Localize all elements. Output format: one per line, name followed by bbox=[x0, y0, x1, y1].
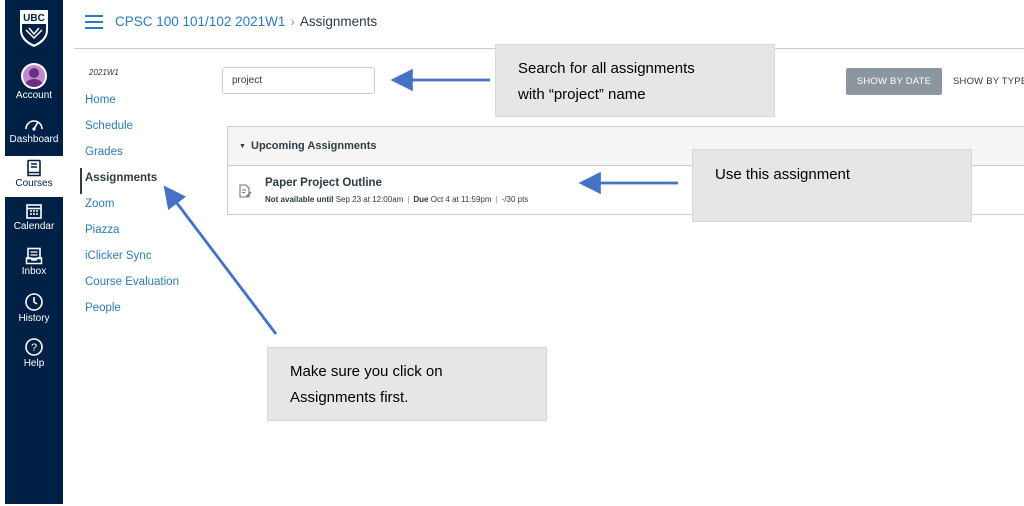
callout-nav: Make sure you click on Assignments first… bbox=[267, 347, 547, 421]
global-nav-help[interactable]: ? Help bbox=[5, 337, 63, 377]
breadcrumb-current: Assignments bbox=[299, 14, 378, 29]
inbox-icon bbox=[25, 247, 43, 265]
callout-assignment: Use this assignment bbox=[692, 149, 972, 222]
help-icon: ? bbox=[25, 338, 43, 356]
assignment-search-input[interactable] bbox=[222, 67, 375, 94]
show-by-date-button[interactable]: SHOW BY DATE bbox=[846, 68, 942, 95]
show-by-type-button[interactable]: SHOW BY TYPE bbox=[953, 68, 1024, 95]
global-nav-account[interactable]: Account bbox=[5, 63, 63, 107]
global-nav-courses[interactable]: Courses bbox=[5, 156, 63, 197]
global-nav-label: History bbox=[18, 313, 50, 324]
course-nav-schedule[interactable]: Schedule bbox=[80, 116, 200, 142]
course-nav: Home Schedule Grades Assignments Zoom Pi… bbox=[80, 90, 200, 324]
assignment-title-link[interactable]: Paper Project Outline bbox=[265, 177, 382, 189]
course-nav-iclicker-sync[interactable]: iClicker Sync bbox=[80, 246, 200, 272]
global-nav-dashboard[interactable]: Dashboard bbox=[5, 115, 63, 155]
dashboard-icon bbox=[25, 120, 43, 131]
callout-nav-line2: Assignments first. bbox=[290, 389, 409, 406]
courses-icon bbox=[27, 159, 41, 177]
global-nav-label: Dashboard bbox=[9, 134, 59, 145]
global-nav-label: Help bbox=[23, 358, 45, 369]
breadcrumb-course-link[interactable]: CPSC 100 101/102 2021W1 bbox=[115, 14, 285, 29]
caret-down-icon[interactable]: ▼ bbox=[239, 143, 246, 150]
svg-text:?: ? bbox=[31, 342, 37, 354]
course-nav-piazza[interactable]: Piazza bbox=[80, 220, 200, 246]
course-term: 2021W1 bbox=[89, 68, 119, 77]
callout-search-line2: with “project” name bbox=[518, 86, 646, 103]
global-nav-calendar[interactable]: Calendar bbox=[5, 202, 63, 242]
course-nav-grades[interactable]: Grades bbox=[80, 142, 200, 168]
assignment-points: -/30 pts bbox=[501, 195, 529, 204]
callout-assignment-line1: Use this assignment bbox=[715, 166, 851, 183]
callout-nav-line1: Make sure you click on bbox=[290, 363, 443, 380]
logo-text: UBC bbox=[23, 13, 45, 24]
due-label: Due bbox=[413, 195, 429, 204]
global-nav-label: Account bbox=[15, 90, 53, 101]
assignment-group-title: Upcoming Assignments bbox=[251, 140, 377, 152]
global-nav-label: Calendar bbox=[13, 221, 55, 232]
callout-search: Search for all assignments with “project… bbox=[495, 44, 775, 117]
global-nav-label: Courses bbox=[15, 178, 53, 189]
course-nav-course-evaluation[interactable]: Course Evaluation bbox=[80, 272, 200, 298]
calendar-icon bbox=[26, 204, 42, 219]
ubc-logo-icon[interactable]: UBC bbox=[18, 8, 50, 48]
assignment-icon bbox=[239, 184, 252, 198]
availability-label: Not available until bbox=[265, 195, 334, 204]
global-nav-label: Inbox bbox=[21, 266, 47, 277]
hamburger-menu-icon[interactable] bbox=[85, 15, 103, 29]
course-nav-zoom[interactable]: Zoom bbox=[80, 194, 200, 220]
course-nav-assignments[interactable]: Assignments bbox=[80, 168, 200, 194]
global-nav: UBC Account Dashboard Courses Calendar I… bbox=[5, 0, 63, 504]
account-icon bbox=[21, 63, 47, 89]
assignment-meta: Not available until Sep 23 at 12:00am | Du… bbox=[265, 195, 529, 204]
global-nav-history[interactable]: History bbox=[5, 292, 63, 332]
course-nav-home[interactable]: Home bbox=[80, 90, 200, 116]
breadcrumb-separator: › bbox=[290, 14, 295, 29]
history-icon bbox=[25, 293, 43, 311]
global-nav-inbox[interactable]: Inbox bbox=[5, 247, 63, 287]
breadcrumb: CPSC 100 101/102 2021W1 › Assignments bbox=[115, 14, 377, 29]
availability-date: Sep 23 at 12:00am bbox=[335, 195, 404, 204]
course-nav-people[interactable]: People bbox=[80, 298, 200, 324]
due-date: Oct 4 at 11:59pm bbox=[430, 195, 492, 204]
callout-search-line1: Search for all assignments bbox=[518, 60, 695, 77]
